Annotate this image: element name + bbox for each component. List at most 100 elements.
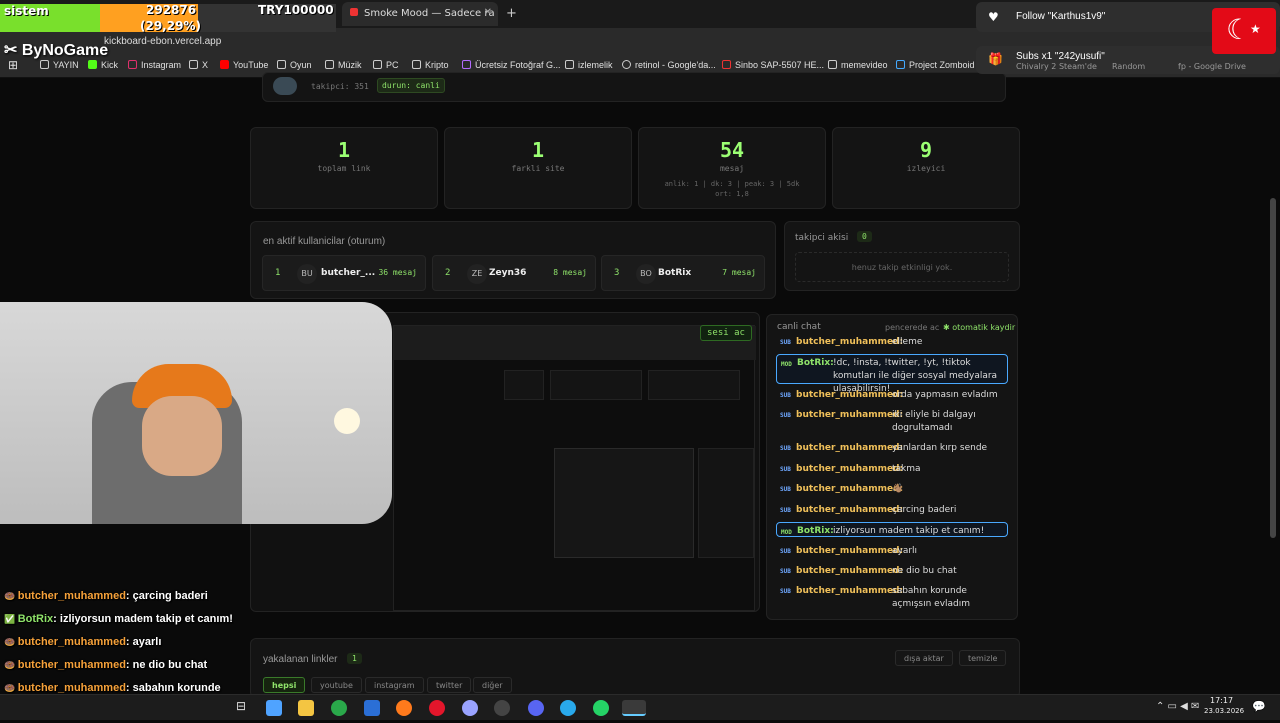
- chat-message: SUB butcher_muhammed: 👋🏽: [776, 483, 1008, 496]
- clear-button[interactable]: temizle: [959, 650, 1007, 666]
- bookmark-izlemelik[interactable]: izlemelik: [565, 60, 613, 70]
- chat-text: çarcing baderi: [892, 505, 957, 515]
- sub-badge: SUB: [780, 486, 791, 493]
- bookmark-random[interactable]: Random: [1112, 62, 1145, 71]
- bookmark-kick[interactable]: Kick: [88, 60, 118, 70]
- bookmark-drive[interactable]: fp - Google Drive: [1178, 62, 1246, 71]
- chat-username[interactable]: butcher_muhammed:: [796, 442, 903, 455]
- user-rank: 2: [445, 268, 451, 278]
- links-title: yakalanan linkler: [263, 654, 338, 665]
- stat-label: izleyici: [906, 164, 946, 173]
- chat-username[interactable]: butcher_muhammed:: [796, 336, 903, 349]
- chat-username[interactable]: butcher_muhammed:: [796, 545, 903, 558]
- notification-icon[interactable]: 💬: [1252, 700, 1266, 713]
- filter-instagram[interactable]: instagram: [365, 677, 424, 693]
- firefox-icon[interactable]: [396, 700, 412, 716]
- chat-username[interactable]: BotRix:: [797, 525, 834, 538]
- filter-youtube[interactable]: youtube: [311, 677, 362, 693]
- unmute-button[interactable]: sesi ac: [700, 325, 752, 341]
- bookmark-memevideo[interactable]: memevideo: [828, 60, 888, 70]
- sub-badge: SUB: [780, 412, 791, 419]
- bookmark-kripto[interactable]: Kripto: [412, 60, 449, 70]
- chat-message: MOD BotRix: !dc, !insta, !twitter, !yt, !t…: [776, 354, 1008, 394]
- preview-stat: [550, 370, 642, 400]
- chrome-active-icon[interactable]: [622, 700, 646, 716]
- mod-badge: MOD: [781, 361, 792, 368]
- user-message-count: 36 mesaj: [378, 268, 417, 277]
- file-explorer-icon[interactable]: [298, 700, 314, 716]
- filter-all[interactable]: hepsi: [263, 677, 306, 693]
- url-text[interactable]: kickboard-ebon.vercel.app: [104, 36, 221, 47]
- apps-grid-icon[interactable]: ⊞: [8, 58, 18, 72]
- opera-icon[interactable]: [429, 700, 445, 716]
- new-tab-icon[interactable]: +: [506, 6, 517, 21]
- preview-chat: [698, 448, 754, 558]
- user-rank: 1: [275, 268, 281, 278]
- chat-message: SUB butcher_muhammed: elleme: [776, 336, 1008, 349]
- bot-badge-icon: ✅: [4, 614, 18, 624]
- stat-card-sites: 1 farkli site: [444, 127, 632, 209]
- chat-username[interactable]: butcher_muhammed:: [796, 504, 903, 517]
- bookmark-pc[interactable]: PC: [373, 60, 399, 70]
- bookmark-chivalry[interactable]: Chivalry 2 Steam'de: [1016, 62, 1097, 71]
- mail-icon[interactable]: [364, 700, 380, 716]
- copilot-icon[interactable]: [266, 700, 282, 716]
- preview-stat: [504, 370, 544, 400]
- active-user-item[interactable]: 2 ZE Zeyn36 8 mesaj: [432, 255, 596, 291]
- streamer-face: [142, 396, 222, 476]
- user-name: Zeyn36: [489, 268, 527, 278]
- export-button[interactable]: dışa aktar: [895, 650, 953, 666]
- chrome-icon[interactable]: [331, 700, 347, 716]
- clock-time[interactable]: 17:17: [1210, 696, 1233, 705]
- app-icon[interactable]: [462, 700, 478, 716]
- chat-username[interactable]: BotRix:: [797, 357, 834, 370]
- discord-icon[interactable]: [528, 700, 544, 716]
- folder-icon: [565, 60, 574, 69]
- telegram-icon[interactable]: [560, 700, 576, 716]
- chat-message: SUB butcher_muhammed: takma: [776, 463, 1008, 476]
- chat-username[interactable]: butcher_muhammed:: [796, 565, 903, 578]
- popout-chat-link[interactable]: pencerede ac: [885, 323, 939, 332]
- donation-goal-bar: sistem 292876 (29,29%) TRY100000: [0, 0, 336, 36]
- chat-text: 👋🏽: [892, 484, 904, 494]
- overlay-chat-username: butcher_muhammed: [17, 636, 126, 648]
- chat-username[interactable]: butcher_muhammed:: [796, 585, 903, 598]
- bookmark-label: Oyun: [290, 60, 312, 70]
- autoscroll-toggle[interactable]: ✱ otomatik kaydir: [943, 323, 1015, 332]
- browser-tab-active[interactable]: Smoke Mood — Sadece ra ✕: [342, 2, 498, 26]
- bookmark-foto[interactable]: Ücretsiz Fotoğraf G...: [462, 60, 561, 70]
- preview-stat: [648, 370, 740, 400]
- bookmark-muzik[interactable]: Müzik: [325, 60, 362, 70]
- chat-username[interactable]: butcher_muhammed:: [796, 463, 903, 476]
- tray-icons[interactable]: ⌃ ▭ ◀ ✉: [1156, 701, 1199, 712]
- task-view-icon[interactable]: ⊟: [236, 699, 246, 713]
- bookmark-youtube[interactable]: YouTube: [220, 60, 268, 70]
- bookmark-oyun[interactable]: Oyun: [277, 60, 312, 70]
- chat-username[interactable]: butcher_muhammed:: [796, 389, 903, 402]
- bookmark-label: memevideo: [841, 60, 888, 70]
- overlay-chat-line: 🍩 butcher_muhammed: çarcing baderi: [0, 590, 208, 612]
- whatsapp-icon[interactable]: [593, 700, 609, 716]
- bookmark-label: Müzik: [338, 60, 362, 70]
- stat-card-viewers: 9 izleyici: [832, 127, 1020, 209]
- status-badge: durun: canli: [377, 78, 445, 93]
- bookmark-yayin[interactable]: YAYIN: [40, 60, 79, 70]
- bookmark-x[interactable]: X: [189, 60, 208, 70]
- stat-value: 54: [719, 138, 745, 162]
- filter-other[interactable]: diğer: [473, 677, 512, 693]
- close-tab-icon[interactable]: ✕: [484, 7, 492, 18]
- bookmark-sinbo[interactable]: Sinbo SAP-5507 HE...: [722, 60, 824, 70]
- page-scrollbar[interactable]: [1270, 198, 1276, 538]
- active-user-item[interactable]: 1 BU butcher_... 36 mesaj: [262, 255, 426, 291]
- obs-icon[interactable]: [494, 700, 510, 716]
- empty-state: henuz takip etkinligi yok.: [795, 252, 1009, 282]
- autoscroll-label: otomatik kaydir: [952, 323, 1016, 332]
- mod-badge: MOD: [781, 529, 792, 536]
- active-user-item[interactable]: 3 BO BotRix 7 mesaj: [601, 255, 765, 291]
- bookmark-retinol[interactable]: retinol - Google'da...: [622, 60, 716, 70]
- chat-username[interactable]: butcher_muhammed:: [796, 483, 903, 496]
- bookmark-instagram[interactable]: Instagram: [128, 60, 181, 70]
- chat-username[interactable]: butcher_muhammed:: [796, 409, 903, 422]
- filter-twitter[interactable]: twitter: [427, 677, 472, 693]
- clock-date[interactable]: 23.03.2026: [1204, 707, 1244, 715]
